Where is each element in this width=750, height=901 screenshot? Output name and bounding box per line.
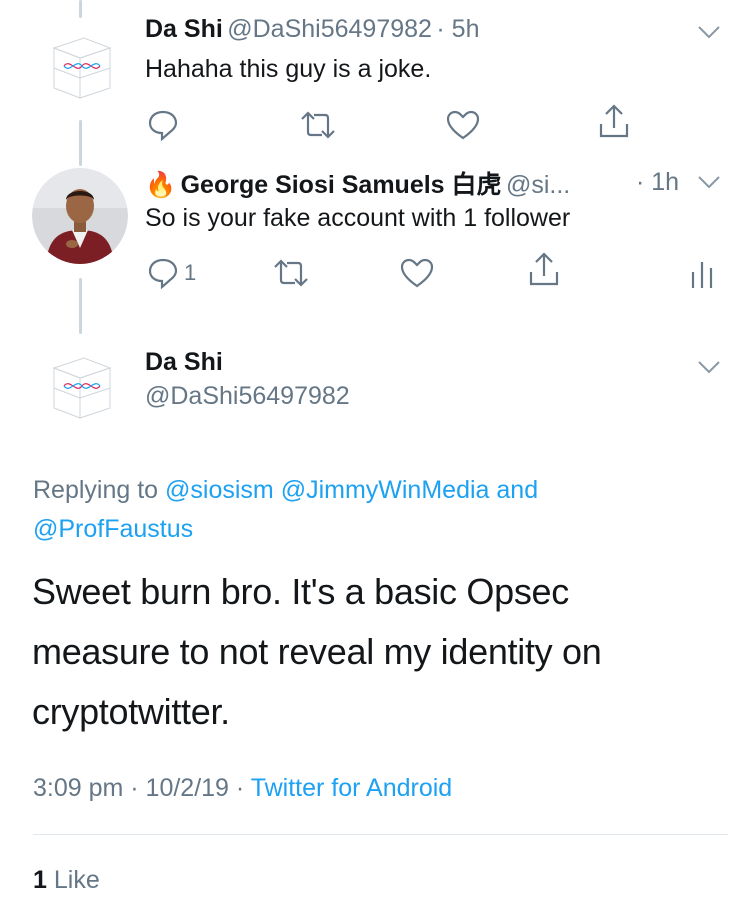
retweet-icon	[301, 111, 335, 139]
mention-link[interactable]: @JimmyWinMedia	[281, 476, 490, 504]
likes-count: 1	[33, 866, 47, 894]
main-author-name[interactable]: Da Shi	[145, 348, 223, 377]
mention-link[interactable]: @siosism	[165, 476, 274, 504]
tweet-time: · 1h	[636, 168, 680, 196]
chevron-down-icon[interactable]	[694, 172, 724, 192]
like-button[interactable]	[446, 110, 480, 140]
replying-to: Replying to @siosism @JimmyWinMedia and …	[33, 471, 683, 549]
reply-count: 1	[184, 260, 197, 285]
avatar-dashi[interactable]	[32, 338, 128, 434]
avatar-photo-icon	[32, 168, 128, 264]
tweet-text: Hahaha this guy is a joke.	[145, 55, 432, 83]
like-button[interactable]	[400, 258, 434, 288]
share-icon	[599, 104, 629, 138]
heart-icon	[400, 258, 434, 288]
heart-icon	[446, 110, 480, 140]
tweet-text: So is your fake account with 1 follower	[145, 204, 571, 232]
share-icon	[529, 252, 559, 286]
avatar-cube-icon	[52, 37, 112, 99]
thread-line-top	[79, 0, 82, 18]
reply-icon	[148, 110, 178, 142]
tweet-author-handle[interactable]: @si...	[506, 171, 570, 199]
likes-summary[interactable]: 1 Like	[33, 866, 100, 895]
reply-button[interactable]	[146, 108, 180, 142]
retweet-button[interactable]	[273, 258, 309, 288]
main-tweet-text-line: cryptotwitter.	[32, 691, 230, 732]
avatar-cube-icon	[52, 357, 112, 419]
avatar-george[interactable]	[32, 168, 128, 264]
fire-emoji-icon: 🔥	[145, 171, 177, 199]
main-tweet-text: Sweet burn bro. It's a basic Opsec measu…	[32, 562, 602, 742]
divider	[33, 834, 728, 835]
likes-label: Like	[53, 866, 100, 894]
tweet-author-name[interactable]: George Siosi Samuels 白虎	[181, 171, 502, 199]
main-tweet-text-line: measure to not reveal my identity on	[32, 631, 602, 672]
tweet-author-name[interactable]: Da Shi	[145, 15, 223, 43]
main-author-handle[interactable]: @DaShi56497982	[145, 382, 350, 411]
analytics-button[interactable]	[690, 258, 714, 290]
main-timestamp: 3:09 pm · 10/2/19 ·	[33, 774, 245, 802]
main-tweet-text-line: Sweet burn bro. It's a basic Opsec	[32, 571, 569, 612]
tweet-author-handle[interactable]: @DaShi56497982	[227, 15, 432, 43]
share-button[interactable]	[527, 252, 561, 288]
reply-icon	[148, 258, 178, 290]
thread-line-mid	[79, 120, 82, 166]
retweet-icon	[274, 259, 308, 287]
analytics-icon	[691, 262, 713, 288]
share-button[interactable]	[597, 104, 631, 140]
thread-line-bottom	[79, 278, 82, 334]
retweet-button[interactable]	[300, 110, 336, 140]
replying-prefix: Replying to	[33, 476, 159, 504]
chevron-down-icon[interactable]	[694, 22, 724, 42]
avatar-dashi[interactable]	[32, 18, 128, 114]
reply-button[interactable]: 1	[146, 256, 196, 290]
source-link[interactable]: Twitter for Android	[251, 774, 452, 802]
chevron-down-icon[interactable]	[694, 357, 724, 377]
mention-link[interactable]: @ProfFaustus	[33, 515, 193, 543]
tweet-time: · 5h	[436, 15, 480, 43]
replying-and: and	[496, 476, 539, 504]
